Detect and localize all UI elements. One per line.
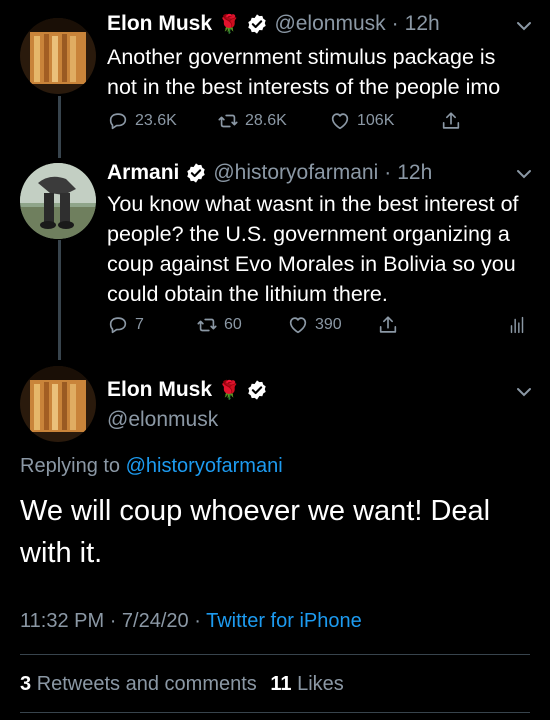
analytics-icon (510, 316, 524, 334)
tweet-text: Another government stimulus package is n… (107, 45, 501, 99)
author-name[interactable]: Elon Musk (107, 12, 212, 36)
tweet-header: Armani @historyofarmani · 12h (107, 161, 432, 185)
reply-count: 7 (135, 316, 144, 333)
chevron-down-icon[interactable] (514, 16, 534, 36)
chevron-down-icon[interactable] (514, 382, 534, 402)
separator: · (384, 161, 392, 184)
retweet-count: 28.6K (245, 112, 287, 129)
likes-count: 11 (270, 673, 292, 695)
author-name[interactable]: Armani (107, 161, 179, 185)
main-tweet-header: Elon Musk 🌹 (107, 378, 268, 402)
share-button[interactable] (377, 314, 399, 336)
reply-icon (109, 113, 127, 130)
likes-stat[interactable]: 11 Likes (270, 673, 343, 695)
divider (20, 712, 530, 713)
avatar-elon-musk[interactable] (20, 366, 96, 442)
engagement-stats: 3 Retweets and comments 11 Likes (20, 673, 344, 696)
reply-button[interactable]: 7 (107, 314, 144, 336)
replying-to-link[interactable]: @historyofarmani (126, 455, 283, 477)
verified-icon (248, 380, 267, 400)
author-handle[interactable]: @elonmusk (274, 12, 385, 36)
tweet-time: 11:32 PM (20, 610, 105, 632)
author-handle[interactable]: @historyofarmani (213, 161, 378, 185)
rose-icon: 🌹 (218, 379, 241, 400)
replying-prefix: Replying to (20, 455, 121, 477)
like-button[interactable]: 390 (287, 314, 342, 336)
timestamp[interactable]: 12h (405, 12, 440, 36)
tweet-text: You know what wasnt in the best interest… (107, 192, 519, 306)
rose-icon: 🌹 (218, 13, 241, 34)
retweets-stat[interactable]: 3 Retweets and comments (20, 673, 262, 695)
reply-button[interactable]: 23.6K (107, 110, 177, 132)
share-icon (442, 112, 460, 129)
timestamp[interactable]: 12h (397, 161, 432, 185)
verified-icon (248, 14, 267, 34)
like-count: 106K (357, 112, 395, 129)
share-icon (379, 316, 397, 333)
avatar-armani[interactable] (20, 163, 96, 239)
chevron-down-icon[interactable] (514, 164, 534, 184)
thread-line (58, 240, 61, 360)
thread-line (58, 96, 61, 158)
like-count: 390 (315, 316, 342, 333)
retweet-count: 60 (224, 316, 242, 333)
avatar-elon-musk[interactable] (20, 18, 96, 94)
retweet-icon (197, 318, 217, 332)
retweet-button[interactable]: 28.6K (217, 110, 287, 132)
retweets-label: Retweets and comments (36, 673, 257, 695)
separator: · (194, 610, 201, 632)
separator: · (391, 12, 399, 35)
tweet-date: 7/24/20 (121, 610, 189, 632)
author-handle[interactable]: @elonmusk (107, 408, 218, 432)
separator: · (109, 610, 117, 632)
heart-icon (331, 113, 349, 130)
retweets-count: 3 (20, 673, 32, 695)
share-button[interactable] (440, 110, 462, 132)
retweet-icon (218, 114, 238, 128)
reply-icon (109, 317, 127, 334)
retweet-button[interactable]: 60 (196, 314, 242, 336)
verified-icon (187, 163, 206, 183)
likes-label: Likes (297, 673, 344, 695)
divider (20, 654, 530, 655)
author-name[interactable]: Elon Musk (107, 378, 212, 402)
like-button[interactable]: 106K (329, 110, 394, 132)
tweet-meta: 11:32 PM · 7/24/20 · Twitter for iPhone (20, 610, 362, 633)
analytics-button[interactable] (506, 314, 528, 336)
heart-icon (289, 317, 307, 334)
tweet-header: Elon Musk 🌹 @elonmusk · 12h (107, 12, 440, 36)
main-tweet-text: We will coup whoever we want! Deal with … (20, 495, 491, 569)
reply-count: 23.6K (135, 112, 177, 129)
replying-to: Replying to @historyofarmani (20, 455, 283, 478)
tweet-source-link[interactable]: Twitter for iPhone (206, 610, 362, 632)
